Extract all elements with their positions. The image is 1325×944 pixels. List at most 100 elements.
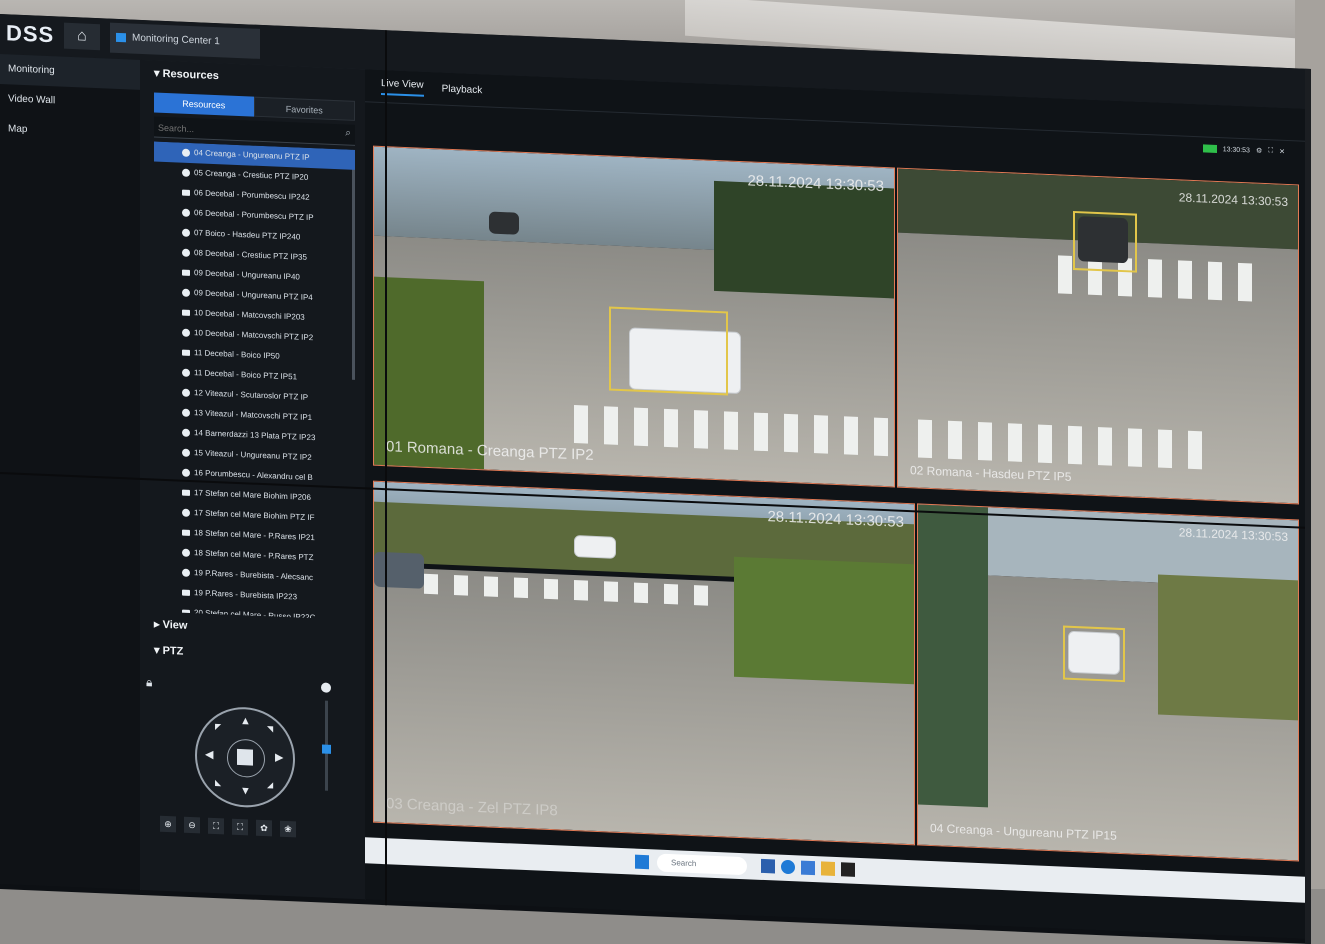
detection-box — [1073, 210, 1137, 273]
joystick-center-icon[interactable] — [237, 748, 253, 766]
view-toolbar: 13:30:53 ⚙ ⛶ ✕ — [1202, 144, 1285, 156]
detection-box — [609, 306, 728, 396]
nav-label: Map — [8, 123, 28, 136]
tree-item-label: 11 Decebal - Boico PTZ IP51 — [194, 368, 298, 382]
dome-camera-icon — [182, 468, 190, 477]
dome-camera-icon — [182, 168, 190, 177]
nav-label: Video Wall — [8, 93, 56, 107]
arrow-downleft-icon[interactable]: ◣ — [215, 778, 221, 787]
camera-tile[interactable]: 28.11.2024 13:30:53 04 Creanga - Ungurea… — [917, 503, 1299, 862]
tree-item-label: 06 Decebal - Porumbescu IP242 — [194, 188, 310, 202]
scene-grass — [1158, 574, 1298, 721]
arrow-left-icon[interactable]: ◀ — [205, 748, 213, 761]
search-input[interactable] — [154, 116, 320, 146]
speed-icon — [321, 682, 331, 693]
resource-tree: 04 Creanga - Ungureanu PTZ IP 05 Creanga … — [154, 141, 355, 620]
zoom-out-icon[interactable]: ⊖ — [184, 816, 200, 834]
dome-camera-icon — [182, 208, 190, 217]
arrow-down-icon[interactable]: ▼ — [240, 785, 251, 797]
bullet-camera-icon — [182, 349, 190, 356]
monitor-bezel-vertical — [385, 30, 387, 920]
monitor-screen: DSS ⌂ Monitoring Center 1 Monitoring Vid… — [0, 14, 1311, 944]
ptz-controls: 🔒︎ ▲ ▼ ◀ ▶ ◤ ◥ ◣ ◢ ⊕ ⊖ ⛶ ⛶ ✿ ❀ — [140, 663, 365, 862]
slider-knob[interactable] — [322, 744, 331, 754]
tree-item-label: 19 P.Rares - Burebista IP223 — [194, 588, 298, 602]
section-title: PTZ — [162, 644, 184, 658]
seg-favorites[interactable]: Favorites — [253, 96, 355, 121]
dome-camera-icon — [182, 388, 190, 397]
tree-item-label: 18 Stefan cel Mare - P.Rares IP21 — [194, 528, 315, 543]
close-icon[interactable]: ✕ — [1279, 148, 1285, 156]
tab-monitoring-center[interactable]: Monitoring Center 1 — [110, 22, 260, 59]
bullet-camera-icon — [182, 529, 190, 536]
arrow-downright-icon[interactable]: ◢ — [267, 780, 273, 789]
dome-camera-icon — [182, 428, 190, 437]
clock-text: 13:30:53 — [1222, 145, 1250, 154]
zoom-in-icon[interactable]: ⊕ — [160, 815, 176, 833]
dome-camera-icon — [182, 288, 190, 297]
ptz-speed-slider[interactable] — [322, 700, 331, 791]
dome-camera-icon — [182, 248, 190, 257]
car — [489, 211, 519, 235]
bullet-camera-icon — [182, 309, 190, 316]
settings-icon[interactable]: ⚙ — [1256, 147, 1262, 155]
bullet-camera-icon — [182, 269, 190, 276]
tree-item-label: 18 Stefan cel Mare - P.Rares PTZ — [194, 548, 314, 563]
folder-icon[interactable] — [821, 861, 835, 876]
bullet-camera-icon — [182, 189, 190, 196]
focus-near-icon[interactable]: ⛶ — [208, 817, 224, 835]
scene-trees — [714, 180, 894, 299]
arrow-right-icon[interactable]: ▶ — [275, 751, 283, 764]
nav-item-map[interactable]: Map — [0, 114, 140, 150]
home-button[interactable]: ⌂ — [64, 22, 100, 51]
dome-camera-icon — [182, 328, 190, 337]
file-explorer-icon[interactable] — [761, 858, 775, 874]
scene-tree — [918, 504, 988, 808]
camera-tile[interactable]: 28.11.2024 13:30:53 01 Romana - Creanga … — [373, 145, 895, 488]
app-logo: DSS — [6, 20, 55, 48]
tree-item-label: 17 Stefan cel Mare Biohim PTZ IF — [194, 508, 315, 523]
tab-playback[interactable]: Playback — [442, 83, 483, 96]
tree-item-label: 07 Boico - Hasdeu PTZ IP240 — [194, 228, 301, 242]
dome-camera-icon — [182, 368, 190, 377]
windows-start-icon[interactable] — [635, 854, 649, 870]
tree-item-label: 11 Decebal - Boico IP50 — [194, 348, 280, 361]
recording-indicator — [1202, 144, 1217, 153]
tree-item-label: 09 Decebal - Ungureanu IP40 — [194, 268, 300, 282]
iris-close-icon[interactable]: ❀ — [280, 820, 296, 838]
dome-camera-icon — [182, 568, 190, 577]
fullscreen-icon[interactable]: ⛶ — [1268, 147, 1273, 155]
home-icon: ⌂ — [77, 27, 87, 45]
dome-camera-icon — [182, 448, 190, 457]
browser-icon[interactable] — [781, 859, 795, 875]
arrow-upleft-icon[interactable]: ◤ — [215, 722, 221, 731]
tab-live-view[interactable]: Live View — [381, 77, 424, 97]
tab-label: Monitoring Center 1 — [132, 32, 220, 48]
detection-box — [1063, 625, 1125, 683]
arrow-upright-icon[interactable]: ◥ — [267, 724, 273, 733]
camera-tile[interactable]: 28.11.2024 13:30:53 03 Creanga - Zel PTZ… — [373, 480, 915, 846]
tree-item-label: 15 Viteazul - Ungureanu PTZ IP2 — [194, 448, 312, 463]
scene-grass — [734, 556, 914, 685]
tree-item-label: 17 Stefan cel Mare Biohim IP206 — [194, 488, 311, 503]
search-icon[interactable]: ⌕ — [345, 127, 351, 138]
iris-open-icon[interactable]: ✿ — [256, 819, 272, 837]
ptz-joystick[interactable]: ▲ ▼ ◀ ▶ ◤ ◥ ◣ ◢ — [195, 705, 295, 810]
car — [574, 535, 616, 559]
arrow-up-icon[interactable]: ▲ — [240, 715, 251, 727]
camera-grid: 28.11.2024 13:30:53 01 Romana - Creanga … — [373, 145, 1299, 865]
taskbar-search[interactable]: Search — [657, 853, 747, 876]
resource-search: ⌕ — [154, 116, 355, 146]
app-icon[interactable] — [841, 862, 855, 877]
tree-item-label: 06 Decebal - Porumbescu PTZ IP — [194, 208, 314, 223]
monitor-icon — [116, 32, 126, 43]
nav-label: Monitoring — [8, 63, 55, 77]
seg-resources[interactable]: Resources — [154, 92, 254, 117]
tree-item-label: 10 Decebal - Matcovschi IP203 — [194, 308, 305, 322]
lock-icon[interactable]: 🔒︎ — [146, 675, 152, 690]
store-icon[interactable] — [801, 860, 815, 876]
dome-camera-icon — [182, 548, 190, 557]
section-title: Resources — [162, 67, 219, 83]
camera-tile[interactable]: 28.11.2024 13:30:53 02 Romana - Hasdeu P… — [897, 167, 1299, 505]
focus-far-icon[interactable]: ⛶ — [232, 818, 248, 836]
